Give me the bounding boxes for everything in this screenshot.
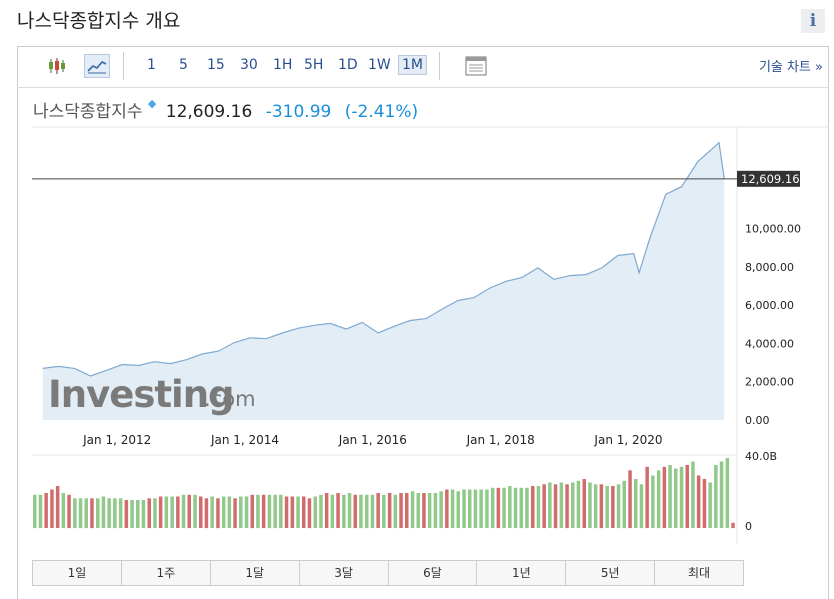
- chart-panel: [17, 46, 829, 599]
- range-max[interactable]: 최대: [655, 561, 743, 585]
- quote-line: 나스닥종합지수 ◆ 12,609.16 -310.99 (-2.41%): [33, 97, 418, 122]
- interval-1m[interactable]: 1M: [398, 55, 427, 75]
- toolbar-divider: [123, 52, 124, 80]
- interval-5h[interactable]: 5H: [304, 57, 323, 73]
- technical-chart-link[interactable]: 기술 차트 »: [759, 56, 823, 75]
- page-title: 나스닥종합지수 개요: [17, 10, 181, 32]
- interval-1d[interactable]: 1D: [338, 57, 358, 73]
- info-icon[interactable]: i: [801, 9, 825, 33]
- table-view-icon[interactable]: [463, 54, 489, 78]
- range-1m[interactable]: 1달: [210, 561, 300, 585]
- range-3m[interactable]: 3달: [299, 561, 389, 585]
- last-price: 12,609.16: [165, 102, 253, 122]
- down-arrow-icon: ◆: [147, 97, 157, 110]
- range-selector: 1일 1주 1달 3달 6달 1년 5년 최대: [32, 560, 744, 586]
- range-6m[interactable]: 6달: [388, 561, 478, 585]
- interval-1w[interactable]: 1W: [368, 57, 391, 73]
- range-1y[interactable]: 1년: [477, 561, 567, 585]
- area-chart-icon[interactable]: [84, 54, 110, 78]
- chart-toolbar: 1 5 15 30 1H 5H 1D 1W 1M 기술 차트 »: [17, 46, 829, 88]
- interval-30[interactable]: 30: [240, 57, 258, 73]
- range-1d[interactable]: 1일: [33, 561, 122, 585]
- range-5y[interactable]: 5년: [566, 561, 656, 585]
- interval-15[interactable]: 15: [207, 57, 225, 73]
- price-change: -310.99: [265, 102, 332, 122]
- toolbar-divider: [439, 52, 440, 80]
- interval-5[interactable]: 5: [179, 57, 188, 73]
- candlestick-icon[interactable]: [44, 54, 70, 78]
- price-change-percent: (-2.41%): [344, 102, 419, 122]
- interval-1h[interactable]: 1H: [273, 57, 292, 73]
- range-1w[interactable]: 1주: [121, 561, 211, 585]
- interval-1[interactable]: 1: [147, 57, 156, 73]
- instrument-name: 나스닥종합지수: [33, 102, 143, 122]
